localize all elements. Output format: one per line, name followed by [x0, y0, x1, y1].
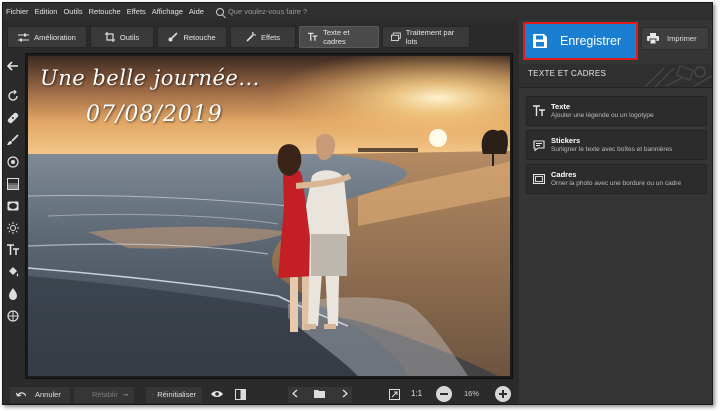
option-stickers-title: Stickers [551, 136, 581, 145]
text-tool-icon[interactable] [5, 242, 21, 258]
text-option-icon [529, 105, 549, 117]
tab-texte-cadres[interactable]: Texte et cadres [299, 26, 379, 48]
menu-effets[interactable]: Effets [127, 7, 146, 16]
sun-icon[interactable] [5, 220, 21, 236]
save-button[interactable]: Enregistrer [523, 22, 638, 60]
menu-bar: Fichier Edition Outils Retouche Effets A… [3, 3, 712, 20]
option-stickers[interactable]: Stickers Surligner le texte avec boîtes … [526, 130, 707, 160]
vignette-icon[interactable] [5, 198, 21, 214]
tab-amelioration[interactable]: Amélioration [7, 26, 87, 48]
save-label: Enregistrer [560, 34, 622, 48]
tab-lots-label: Traitement par lots [405, 28, 455, 46]
magic-wand-icon [246, 32, 256, 42]
actual-size-button[interactable]: 1:1 [411, 389, 422, 398]
undo-label: Annuler [35, 390, 61, 399]
panel-title: TEXTE ET CADRES [528, 69, 607, 78]
preview-eye-icon[interactable] [208, 386, 226, 402]
reset-icon [152, 394, 154, 395]
back-arrow-icon[interactable] [5, 58, 21, 74]
app-window: Fichier Edition Outils Retouche Effets A… [2, 2, 713, 405]
fill-icon[interactable] [5, 264, 21, 280]
option-stickers-desc: Surligner le texte avec boîtes et banniè… [551, 146, 673, 153]
speech-bubble-icon [529, 139, 549, 151]
canvas: Une belle journée... 07/08/2019 [25, 53, 513, 379]
crop-icon [104, 32, 115, 42]
brush-icon [168, 32, 179, 42]
undo-arrow-icon [16, 391, 26, 397]
reset-button[interactable]: Réinitialiser [145, 385, 203, 404]
option-cadres-title: Cadres [551, 170, 577, 179]
tab-traitement-lots[interactable]: Traitement par lots [382, 26, 470, 48]
bandage-icon[interactable] [5, 110, 21, 126]
frame-icon [529, 174, 549, 184]
toolbar: Amélioration Outils Retouche Effets Text… [3, 24, 519, 50]
undo-button[interactable]: Annuler [9, 385, 71, 404]
overlay-date-text[interactable]: 07/08/2019 [86, 102, 223, 127]
tab-effets-label: Effets [260, 32, 281, 42]
tab-outils[interactable]: Outils [90, 26, 154, 48]
option-cadres-desc: Orner la photo avec une bordure ou un ca… [551, 180, 682, 187]
plus-icon [499, 390, 507, 398]
redo-button[interactable]: Rétablir [73, 385, 135, 404]
print-button[interactable]: Imprimer [641, 27, 709, 50]
redo-label: Rétablir [92, 390, 118, 399]
search-placeholder[interactable]: Que voulez-vous faire ? [228, 7, 307, 16]
menu-fichier[interactable]: Fichier [6, 7, 29, 16]
minus-icon [440, 393, 448, 395]
color-drop-icon[interactable] [5, 286, 21, 302]
target-icon[interactable] [5, 308, 21, 324]
tab-texte-label: Texte et cadres [323, 28, 350, 46]
previous-image-icon[interactable] [291, 389, 298, 400]
menu-edition[interactable]: Edition [35, 7, 58, 16]
tab-retouche[interactable]: Retouche [157, 26, 227, 48]
tools-sidebar [3, 52, 23, 380]
zoom-out-button[interactable] [436, 386, 452, 402]
option-texte-title: Texte [551, 102, 571, 111]
tab-amelioration-label: Amélioration [34, 32, 76, 42]
sliders-icon [18, 33, 30, 41]
option-texte[interactable]: Texte Ajouter une légende ou un logotype [526, 96, 707, 126]
brush-tool-icon[interactable] [5, 132, 21, 148]
next-image-icon[interactable] [342, 389, 349, 400]
search-icon [215, 7, 224, 16]
menu-affichage[interactable]: Affichage [152, 7, 183, 16]
batch-icon [391, 32, 401, 41]
text-icon [308, 32, 318, 41]
fit-screen-icon[interactable] [386, 387, 402, 402]
zoom-in-button[interactable] [495, 386, 511, 402]
printer-icon [647, 33, 659, 44]
print-label: Imprimer [667, 34, 697, 43]
compare-icon[interactable] [231, 386, 249, 402]
panel-header: TEXTE ET CADRES [519, 64, 712, 88]
redo-arrow-icon [122, 393, 128, 396]
radial-icon[interactable] [5, 154, 21, 170]
tab-effets[interactable]: Effets [230, 26, 296, 48]
reset-label: Réinitialiser [157, 390, 196, 399]
option-texte-desc: Ajouter une légende ou un logotype [551, 112, 654, 119]
menu-retouche[interactable]: Retouche [89, 7, 121, 16]
option-cadres[interactable]: Cadres Orner la photo avec une bordure o… [526, 164, 707, 194]
open-folder-icon[interactable] [314, 389, 326, 400]
floppy-disk-icon [533, 34, 547, 48]
decorative-tools-icon [644, 65, 712, 87]
photo[interactable]: Une belle journée... 07/08/2019 [28, 56, 510, 376]
gradient-icon[interactable] [5, 176, 21, 192]
rotate-icon[interactable] [5, 88, 21, 104]
menu-aide[interactable]: Aide [189, 7, 204, 16]
overlay-title-text[interactable]: Une belle journée... [40, 66, 260, 90]
bottom-bar: Annuler Rétablir Réinitialiser 1:1 16% [3, 383, 519, 404]
zoom-level: 16% [464, 389, 480, 398]
tab-retouche-label: Retouche [183, 32, 216, 42]
menu-outils[interactable]: Outils [63, 7, 82, 16]
menu-search[interactable]: Que voulez-vous faire ? [215, 7, 307, 16]
tab-outils-label: Outils [119, 32, 140, 42]
right-panel: Enregistrer Imprimer TEXTE ET CADRES Tex… [519, 20, 712, 404]
image-nav-group [287, 385, 353, 404]
